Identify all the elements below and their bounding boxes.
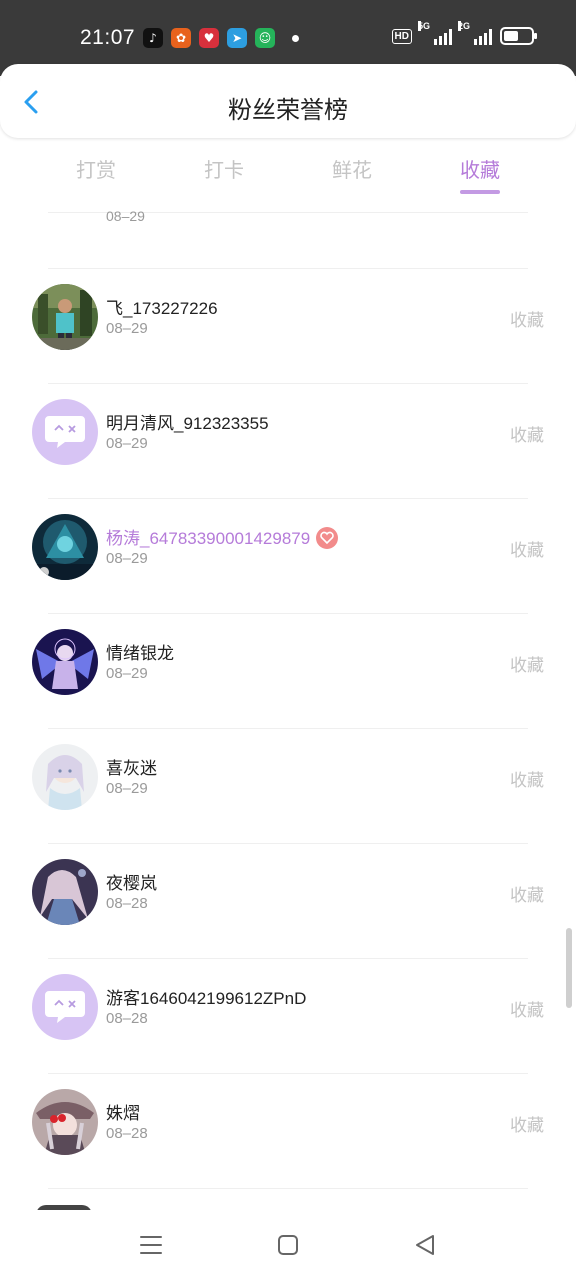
favorite-label: 收藏 <box>510 886 544 906</box>
divider <box>48 1073 528 1074</box>
header: 粉丝荣誉榜 <box>0 64 576 138</box>
list-item[interactable]: 飞_173227226 08–29 收藏 <box>0 268 576 383</box>
telegram-icon: ➤ <box>227 28 247 48</box>
tab-bar: 打赏 打卡 鲜花 收藏 <box>0 150 576 200</box>
list-item-date: 08–29 <box>106 550 148 567</box>
list-item[interactable]: 情绪银龙 08–29 收藏 <box>0 613 576 728</box>
divider <box>48 958 528 959</box>
divider <box>48 498 528 499</box>
vip-heart-icon <box>316 526 339 549</box>
tab-favorites[interactable]: 收藏 <box>440 154 520 183</box>
list-item[interactable]: 明月清风_912323355 08–29 收藏 <box>0 383 576 498</box>
avatar[interactable] <box>32 974 98 1040</box>
shopping-app-icon: ✿ <box>171 28 191 48</box>
divider <box>48 268 528 269</box>
status-time: 21:07 <box>80 26 136 49</box>
avatar[interactable] <box>32 399 98 465</box>
list-item[interactable]: 夜樱岚 08–28 收藏 <box>0 843 576 958</box>
list-item[interactable]: 姝熠 08–28 收藏 <box>0 1073 576 1188</box>
favorite-label: 收藏 <box>510 311 544 331</box>
avatar[interactable] <box>32 744 98 810</box>
divider <box>48 613 528 614</box>
home-button[interactable] <box>273 1230 303 1260</box>
list-item-date: 08–29 <box>106 780 148 797</box>
default-avatar-icon <box>45 991 85 1023</box>
list-item-name: 游客1646042199612ZPnD <box>106 989 307 1008</box>
tab-flowers[interactable]: 鲜花 <box>312 154 392 183</box>
list-item-name: 飞_173227226 <box>106 299 218 318</box>
signal-2g-icon: 2G <box>458 21 492 45</box>
list-item-date: 08–28 <box>106 895 148 912</box>
status-indicators: HD 5G 2G <box>391 21 537 45</box>
divider <box>48 843 528 844</box>
tab-checkin[interactable]: 打卡 <box>184 154 264 183</box>
list-item[interactable]: 游客1646042199612ZPnD 08–28 收藏 <box>0 958 576 1073</box>
list-item-date: 08–29 <box>106 665 148 682</box>
back-triangle-icon <box>416 1235 434 1255</box>
system-nav-bar <box>0 1210 576 1280</box>
tab-tips[interactable]: 打赏 <box>56 154 136 183</box>
home-square-icon <box>278 1235 298 1255</box>
list-item-date: 08–29 <box>106 320 148 337</box>
hd-icon: HD <box>391 28 412 44</box>
list-item-name: 杨涛_64783390001429879 <box>106 524 339 551</box>
tiktok-icon: ♪ <box>143 28 163 48</box>
favorite-label: 收藏 <box>510 541 544 561</box>
list-item[interactable]: 杨涛_64783390001429879 08–29 收藏 <box>0 498 576 613</box>
default-avatar-icon <box>45 416 85 448</box>
favorites-list[interactable]: 08–29 飞_173227226 08–29 收藏 明月清风_91232335… <box>0 200 576 1210</box>
favorite-label: 收藏 <box>510 771 544 791</box>
list-item-date: 08–29 <box>106 208 145 224</box>
status-app-icons: ♪ ✿ ♥ ➤ ☺ <box>143 28 275 48</box>
list-item-name: 夜樱岚 <box>106 874 157 893</box>
list-item-name: 明月清风_912323355 <box>106 414 269 433</box>
avatar[interactable] <box>32 1089 98 1155</box>
avatar[interactable] <box>32 859 98 925</box>
list-item-date: 08–29 <box>106 435 148 452</box>
list-item-name: 情绪银龙 <box>106 644 174 663</box>
avatar[interactable] <box>32 629 98 695</box>
divider <box>48 383 528 384</box>
favorite-label: 收藏 <box>510 1001 544 1021</box>
notification-dot <box>292 35 299 42</box>
tab-active-indicator <box>460 190 500 194</box>
scrollbar[interactable] <box>566 928 572 1008</box>
wechat-app-icon: ☺ <box>255 28 275 48</box>
list-item-name: 喜灰迷 <box>106 759 157 778</box>
list-item-date: 08–28 <box>106 1125 148 1142</box>
avatar[interactable] <box>32 284 98 350</box>
favorite-label: 收藏 <box>510 1116 544 1136</box>
menu-icon <box>140 1236 162 1254</box>
favorite-label: 收藏 <box>510 656 544 676</box>
menu-button[interactable] <box>136 1230 166 1260</box>
battery-level <box>504 31 518 41</box>
signal-5g-icon: 5G <box>418 21 452 45</box>
favorite-label: 收藏 <box>510 426 544 446</box>
page-title: 粉丝荣誉榜 <box>228 96 348 124</box>
back-nav-button[interactable] <box>410 1230 440 1260</box>
avatar[interactable] <box>32 514 98 580</box>
heart-app-icon: ♥ <box>199 28 219 48</box>
battery-icon <box>500 27 537 45</box>
list-item-name: 姝熠 <box>106 1104 140 1123</box>
list-item[interactable]: 喜灰迷 08–29 收藏 <box>0 728 576 843</box>
divider <box>48 1188 528 1189</box>
divider <box>48 728 528 729</box>
list-item-date: 08–28 <box>106 1010 148 1027</box>
